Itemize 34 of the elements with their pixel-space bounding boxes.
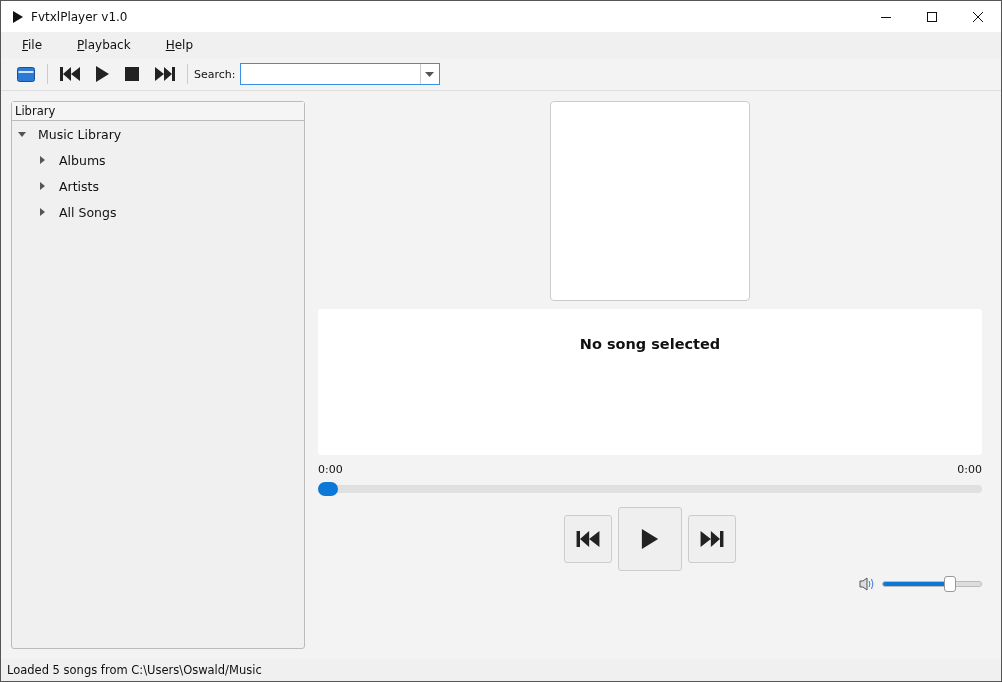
play-button[interactable] [618,507,682,571]
volume-slider[interactable] [882,576,982,592]
search-label: Search: [194,67,236,81]
tree-item[interactable]: Albums [59,152,106,168]
next-button[interactable] [688,515,736,563]
search-field[interactable] [239,63,440,85]
tree-item[interactable]: Music Library [38,126,122,142]
next-icon[interactable] [155,67,175,81]
tree-item[interactable]: All Songs [59,204,117,220]
play-icon[interactable] [96,66,109,82]
speaker-icon [859,577,876,591]
menu-item[interactable]: Playback [77,38,131,52]
menu-item[interactable]: Help [165,38,194,52]
expand-icon[interactable] [40,208,45,216]
tree-item[interactable]: Artists [59,178,99,194]
status-text: Loaded 5 songs from C:\Users\Oswald/Music [7,663,262,677]
dropdown-icon[interactable] [425,71,434,77]
play-icon [13,10,23,23]
folder-icon[interactable] [17,66,35,82]
previous-icon [575,531,601,547]
window-title: FvtxlPlayer v1.0 [31,9,128,24]
play-icon [641,529,659,549]
total-time: 0:00 [957,463,982,476]
previous-icon[interactable] [60,67,80,81]
progress-slider[interactable] [318,485,982,493]
song-title: No song selected [579,336,721,354]
elapsed-time: 0:00 [318,463,343,476]
expand-icon[interactable] [40,182,45,190]
menu-item[interactable]: File [22,38,43,52]
next-icon [699,531,725,547]
previous-button[interactable] [564,515,612,563]
collapse-icon[interactable] [18,131,26,137]
library-header: Library [12,102,304,121]
expand-icon[interactable] [40,156,45,164]
